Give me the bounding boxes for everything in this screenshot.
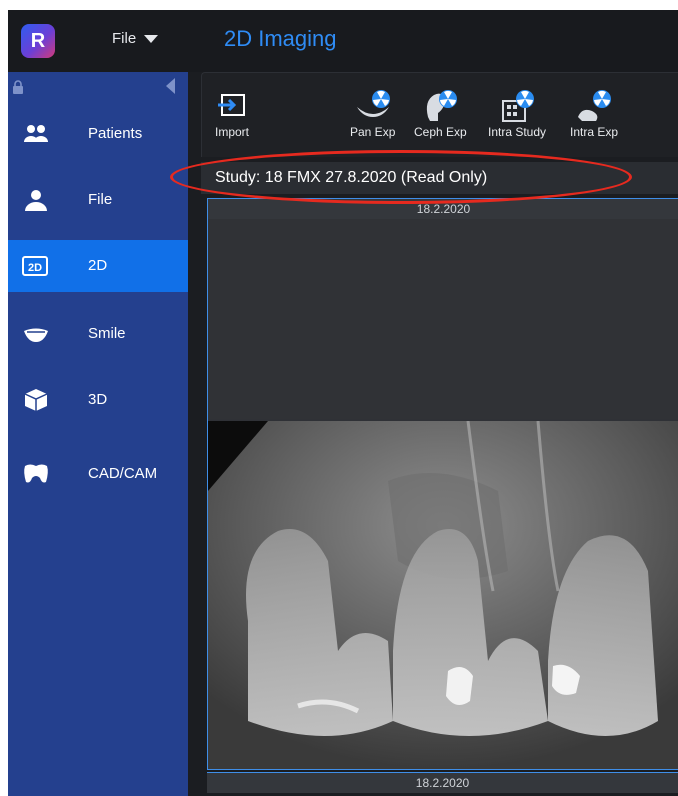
top-bar: R File 2D Imaging [8, 10, 678, 72]
lock-icon[interactable] [12, 80, 24, 94]
image-panel[interactable]: 18.2.2020 [207, 198, 678, 770]
dental-xray-image[interactable] [208, 421, 678, 769]
image-viewport-empty [208, 219, 678, 419]
collapse-sidebar-icon[interactable] [166, 78, 175, 94]
file-menu-label: File [112, 30, 137, 47]
file-menu[interactable]: File [112, 30, 159, 47]
pan-exp-button[interactable]: Pan Exp [350, 87, 395, 139]
intra-exp-label: Intra Exp [570, 125, 619, 139]
intra-study-label: Intra Study [488, 125, 547, 139]
app-logo[interactable]: R [21, 24, 55, 58]
sidebar-item-label: Smile [88, 325, 126, 342]
patients-icon [24, 125, 48, 142]
pan-exp-label: Pan Exp [350, 125, 396, 139]
ceph-exp-label: Ceph Exp [414, 125, 467, 139]
intra-study-button[interactable]: Intra Study [488, 87, 546, 139]
ceph-exp-button[interactable]: Ceph Exp [414, 87, 467, 139]
import-icon [218, 94, 245, 116]
smile-icon [24, 328, 48, 342]
sidebar: Patients File 2D 2D Smile 3D CAD/CAM [8, 72, 188, 796]
chevron-down-icon [144, 35, 159, 44]
page-title: 2D Imaging [224, 26, 337, 51]
sidebar-item-cadcam[interactable]: CAD/CAM [8, 448, 188, 500]
sidebar-item-smile[interactable]: Smile [8, 308, 188, 360]
sidebar-item-label: 2D [88, 257, 108, 274]
sidebar-item-label: File [88, 191, 113, 208]
ceph-exposure-icon [427, 90, 458, 121]
image-date-bottom: 18.2.2020 [207, 772, 678, 793]
svg-text:2D: 2D [28, 262, 42, 274]
import-label: Import [214, 125, 249, 139]
intra-study-icon [502, 90, 535, 122]
user-icon [25, 190, 47, 211]
intra-exposure-icon [578, 90, 612, 121]
pan-exposure-icon [356, 90, 390, 117]
2d-icon: 2D [22, 256, 48, 276]
highlight-ellipse [170, 150, 632, 204]
sidebar-item-3d[interactable]: 3D [8, 374, 188, 426]
intra-exp-button[interactable]: Intra Exp [570, 87, 618, 139]
sidebar-item-label: CAD/CAM [88, 465, 158, 482]
sidebar-item-file[interactable]: File [8, 174, 188, 226]
import-button[interactable]: Import [212, 87, 252, 139]
sidebar-item-label: Patients [88, 125, 143, 142]
app-window: R File 2D Imaging Patients File 2D 2D Sm… [8, 10, 678, 796]
cadcam-tooth-icon [24, 464, 48, 483]
toolbar: Import Pan Exp Ceph Exp Intra Study Intr… [201, 72, 678, 157]
sidebar-item-2d[interactable]: 2D 2D [8, 240, 188, 292]
sidebar-item-patients[interactable]: Patients [8, 108, 188, 160]
sidebar-item-label: 3D [88, 391, 108, 408]
3d-cube-icon [24, 389, 48, 411]
